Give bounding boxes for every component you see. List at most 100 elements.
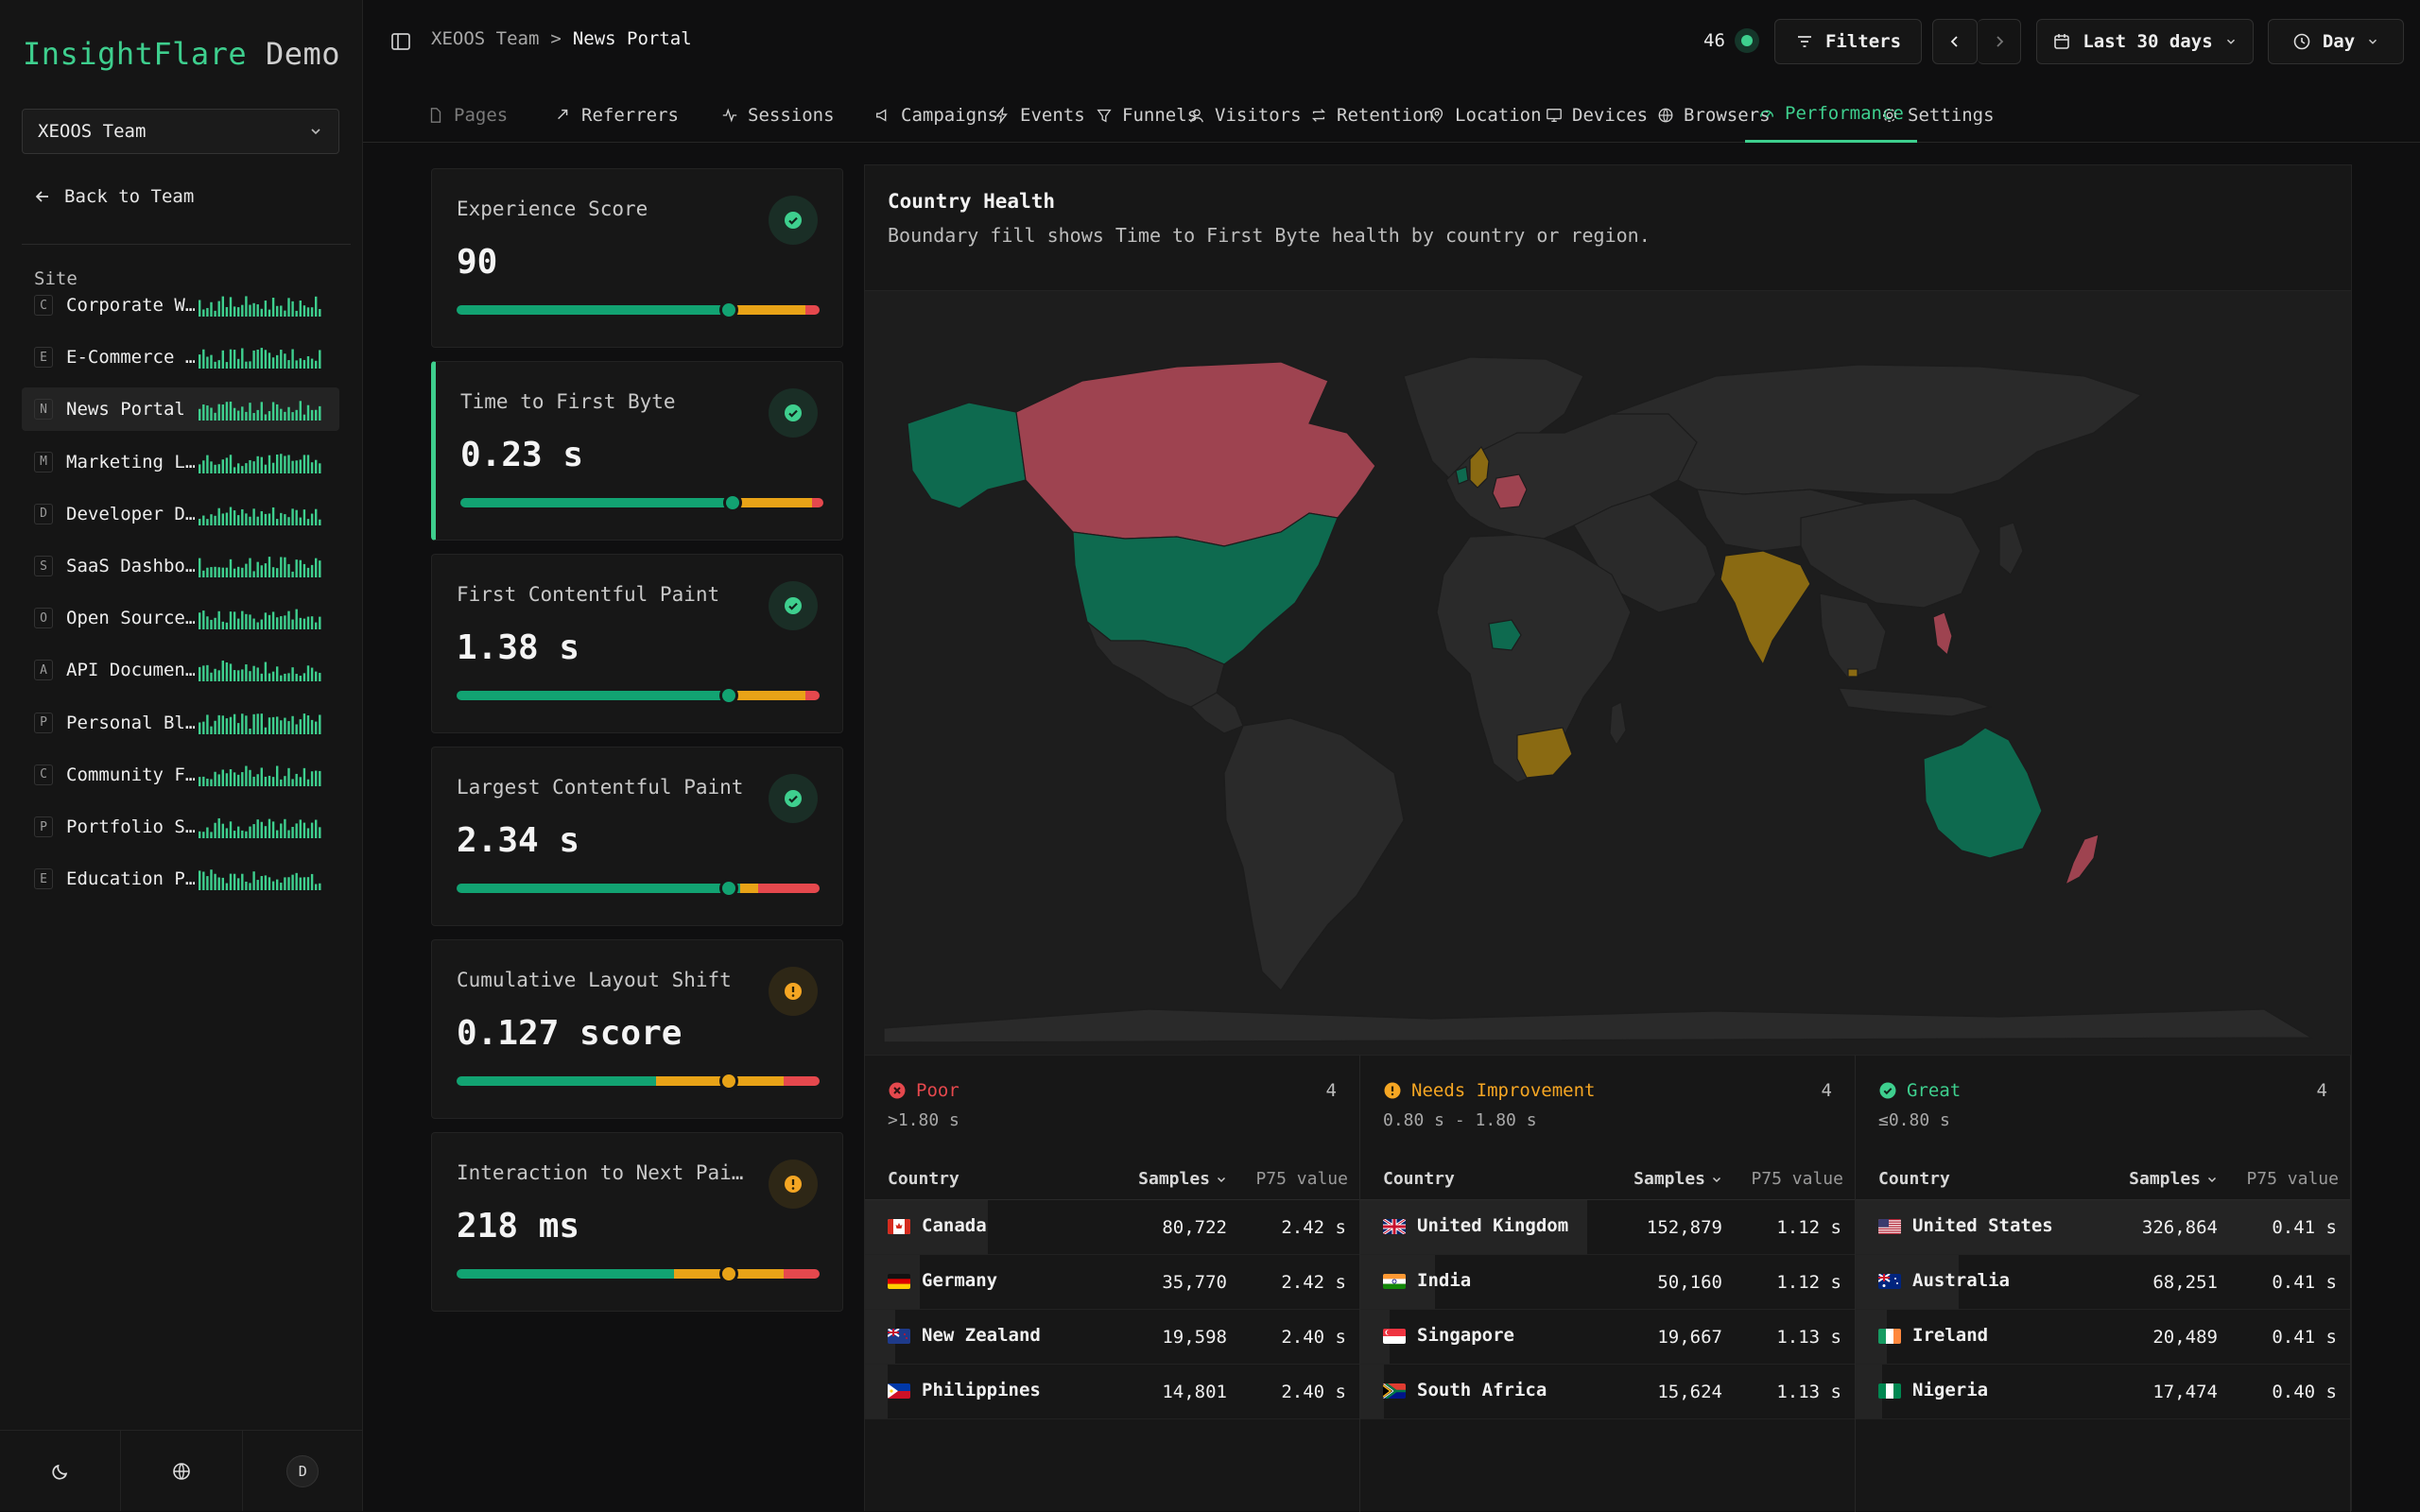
sidebar-site-item[interactable]: M Marketing L… — [22, 440, 339, 484]
map-australia[interactable] — [1923, 727, 2043, 859]
map-south-america[interactable] — [1223, 717, 1405, 991]
table-row[interactable]: New Zealand 19,598 2.40 s — [865, 1310, 1359, 1365]
sidebar-site-item[interactable]: C Community F… — [22, 753, 339, 797]
map-alaska[interactable] — [907, 402, 1027, 509]
user-menu-button[interactable]: D — [243, 1431, 363, 1511]
tab-label: Visitors — [1215, 104, 1302, 126]
tab-devices[interactable]: Devices — [1546, 87, 1648, 143]
sidebar-site-item[interactable]: P Portfolio S… — [22, 805, 339, 849]
column-header-samples[interactable]: Samples — [1634, 1169, 1722, 1189]
column-header-p75[interactable]: P75 value — [1255, 1169, 1348, 1189]
map-new-zealand[interactable] — [2064, 833, 2100, 886]
map-philippines[interactable] — [1932, 611, 1953, 657]
tab-sessions[interactable]: Sessions — [721, 87, 835, 143]
sidebar-site-item[interactable]: E Education P… — [22, 857, 339, 901]
metric-card[interactable]: First Contentful Paint 1.38 s — [431, 554, 843, 733]
sidebar-site-item[interactable]: N News Portal — [22, 387, 339, 432]
sidebar-site-item[interactable]: D Developer D… — [22, 492, 339, 536]
map-china[interactable] — [1800, 498, 1981, 609]
table-row[interactable]: South Africa 15,624 1.13 s — [1360, 1365, 1855, 1419]
table-row[interactable]: Philippines 14,801 2.40 s — [865, 1365, 1359, 1419]
table-row[interactable]: United States 326,864 0.41 s — [1856, 1200, 2351, 1255]
map-southeast-asia[interactable] — [1819, 593, 1887, 679]
map-russia[interactable] — [1611, 364, 2143, 495]
map-ireland[interactable] — [1455, 466, 1469, 485]
site-initial: N — [34, 399, 53, 421]
tab-visitors[interactable]: Visitors — [1188, 87, 1302, 143]
column-header-p75[interactable]: P75 value — [2246, 1169, 2339, 1189]
bar-band-warn — [729, 305, 805, 315]
prev-range-button[interactable] — [1932, 19, 1978, 64]
table-row[interactable]: India 50,160 1.12 s — [1360, 1255, 1855, 1310]
table-row[interactable]: Nigeria 17,474 0.40 s — [1856, 1365, 2350, 1419]
tab-referrers[interactable]: Referrers — [555, 87, 679, 143]
map-india[interactable] — [1720, 550, 1811, 666]
metric-card[interactable]: Cumulative Layout Shift 0.127 score — [431, 939, 843, 1119]
tab-events[interactable]: Events — [994, 87, 1085, 143]
sidebar-site-item[interactable]: P Personal Bl… — [22, 701, 339, 745]
sidebar: InsightFlare Demo XEOOS Team Back to Tea… — [0, 0, 363, 1511]
map-singapore[interactable] — [1847, 668, 1858, 678]
column-header-country[interactable]: Country — [1383, 1169, 1455, 1189]
brand-logo[interactable]: InsightFlare Demo — [23, 36, 340, 72]
metric-card[interactable]: Experience Score 90 — [431, 168, 843, 348]
sidebar-site-item[interactable]: E E-Commerce … — [22, 335, 339, 379]
theme-toggle-button[interactable] — [0, 1431, 122, 1511]
table-row[interactable]: Australia 68,251 0.41 s — [1856, 1255, 2350, 1310]
sidebar-site-item[interactable]: C Corporate W… — [22, 284, 339, 327]
tab-funnels[interactable]: Funnels — [1096, 87, 1198, 143]
table-row[interactable]: Germany 35,770 2.42 s — [865, 1255, 1359, 1310]
metric-card[interactable]: Time to First Byte 0.23 s — [431, 361, 843, 541]
bar-band-good — [457, 1269, 675, 1279]
tab-settings[interactable]: Settings — [1881, 87, 1995, 143]
back-to-team-link[interactable]: Back to Team — [34, 186, 194, 207]
map-south-africa[interactable] — [1516, 727, 1573, 779]
column-header-samples[interactable]: Samples — [2129, 1169, 2218, 1189]
table-row[interactable]: Canada 80,722 2.42 s — [865, 1200, 1359, 1255]
sidebar-site-item[interactable]: A API Documen… — [22, 648, 339, 692]
tab-campaigns[interactable]: Campaigns — [874, 87, 998, 143]
site-name: Community F… — [66, 764, 195, 785]
tab-location[interactable]: Location — [1428, 87, 1542, 143]
column-header-country[interactable]: Country — [1878, 1169, 1950, 1189]
filters-button[interactable]: Filters — [1774, 19, 1922, 64]
column-header-p75[interactable]: P75 value — [1751, 1169, 1843, 1189]
sidebar-toggle-button[interactable] — [389, 30, 412, 57]
table-row[interactable]: Singapore 19,667 1.13 s — [1360, 1310, 1855, 1365]
metric-card[interactable]: Interaction to Next Pai… 218 ms — [431, 1132, 843, 1312]
bar-band-poor — [783, 1269, 820, 1279]
metric-title: Interaction to Next Pai… — [457, 1161, 744, 1184]
map-japan[interactable] — [1998, 522, 2024, 576]
language-button[interactable] — [121, 1431, 243, 1511]
check-circle-icon — [785, 597, 802, 614]
breadcrumb-team[interactable]: XEOOS Team — [431, 28, 539, 49]
sidebar-site-item[interactable]: O Open Source… — [22, 596, 339, 640]
bar-band-good — [457, 305, 729, 315]
next-range-button[interactable] — [1978, 19, 2021, 64]
map-madagascar[interactable] — [1609, 701, 1627, 747]
date-range-select[interactable]: Last 30 days — [2036, 19, 2254, 64]
p75-value: 2.40 s — [1281, 1327, 1346, 1348]
map-indonesia[interactable] — [1837, 687, 1993, 717]
flag-sg-icon — [1383, 1329, 1406, 1344]
world-map[interactable] — [865, 290, 2351, 1056]
samples-value: 19,598 — [1162, 1327, 1227, 1348]
metric-threshold-bar — [457, 884, 820, 893]
chevron-down-icon — [2369, 39, 2377, 44]
team-select-value: XEOOS Team — [38, 121, 147, 142]
table-row[interactable]: Ireland 20,489 0.41 s — [1856, 1310, 2350, 1365]
metric-card[interactable]: Largest Contentful Paint 2.34 s — [431, 747, 843, 926]
country-name: South Africa — [1417, 1380, 1547, 1400]
sidebar-site-item[interactable]: S SaaS Dashbo… — [22, 544, 339, 588]
team-select[interactable]: XEOOS Team — [22, 109, 339, 154]
tab-retention[interactable]: Retention — [1310, 87, 1434, 143]
column-header-samples[interactable]: Samples — [1138, 1169, 1227, 1189]
samples-value: 326,864 — [2141, 1217, 2218, 1238]
map-antarctica[interactable] — [883, 1008, 2314, 1043]
granularity-select[interactable]: Day — [2268, 19, 2404, 64]
site-initial: C — [34, 764, 53, 785]
tab-pages[interactable]: Pages — [427, 87, 508, 143]
table-row[interactable]: United Kingdom 152,879 1.12 s — [1360, 1200, 1855, 1255]
column-header-country[interactable]: Country — [888, 1169, 959, 1189]
bar-band-poor — [783, 1076, 820, 1086]
